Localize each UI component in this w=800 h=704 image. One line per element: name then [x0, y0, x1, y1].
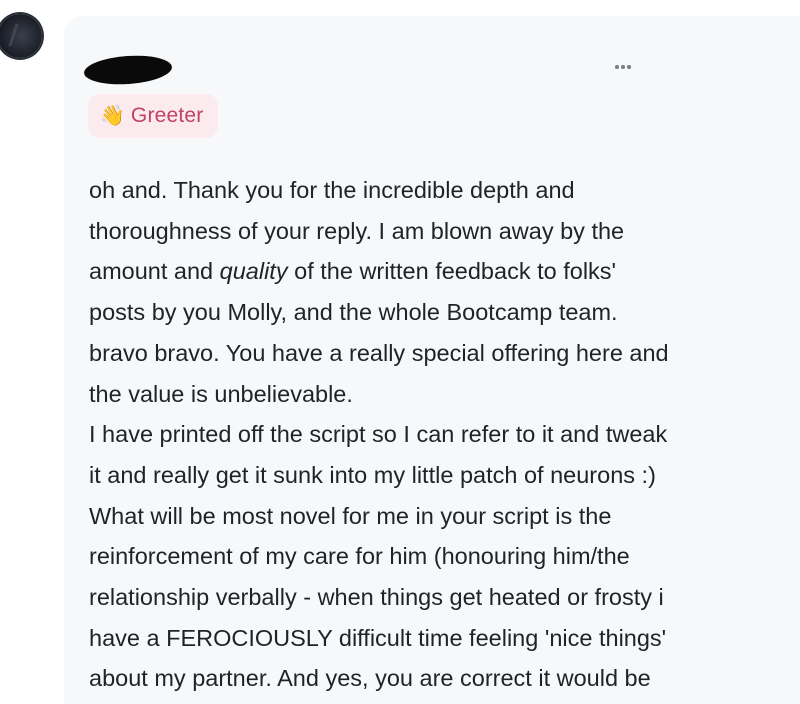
body-text: the value is unbelievable. [89, 380, 353, 407]
waving-hand-icon: 👋 [100, 105, 125, 127]
body-text: posts by you Molly, and the whole Bootca… [89, 299, 618, 326]
greeter-badge[interactable]: 👋 Greeter [88, 94, 218, 138]
post-body-line: oh and. Thank you for the incredible dep… [89, 170, 769, 211]
post-body-line: posts by you Molly, and the whole Bootca… [89, 292, 769, 333]
post-body-line: bravo bravo. You have a really special o… [89, 333, 769, 374]
post-body-line: reinforcement of my care for him (honour… [89, 536, 769, 577]
body-text: amount and [89, 258, 220, 285]
body-text: thoroughness of your reply. I am blown a… [89, 217, 625, 244]
body-text: of the written feedback to folks' [287, 258, 617, 285]
body-text: oh and. Thank you for the incredible dep… [89, 177, 575, 203]
post-body-line: have a FEROCIOUSLY difficult time feelin… [89, 618, 769, 659]
body-text: What will be most novel for me in your s… [89, 502, 612, 529]
post-body-line: I have printed off the script so I can r… [89, 414, 769, 455]
post-body-line: relationship verbally - when things get … [89, 577, 769, 618]
body-text: bravo bravo. You have a really special o… [89, 339, 669, 366]
body-text: it and really get it sunk into my little… [89, 461, 656, 488]
post-body-line: amount and quality of the written feedba… [89, 251, 769, 292]
post-body-line: What will be most novel for me in your s… [89, 496, 769, 537]
avatar-image [8, 24, 32, 46]
post-body-line: the value is unbelievable. [89, 374, 769, 415]
badge-label: Greeter [130, 104, 204, 127]
user-avatar[interactable] [0, 14, 42, 58]
body-text: relationship verbally - when things get … [89, 584, 664, 611]
body-text: have a FEROCIOUSLY difficult time feelin… [89, 624, 667, 651]
post-body-line: thoroughness of your reply. I am blown a… [89, 211, 769, 252]
more-options-button[interactable] [608, 56, 638, 78]
body-text: reinforcement of my care for him (honour… [89, 543, 630, 570]
ellipsis-horizontal-icon [615, 65, 631, 69]
body-text: I have printed off the script so I can r… [89, 421, 668, 448]
body-text: about my partner. And yes, you are corre… [89, 665, 651, 692]
post-body: oh and. Thank you for the incredible dep… [89, 170, 769, 699]
post-body-line: about my partner. And yes, you are corre… [89, 658, 769, 699]
emphasized-text: quality [219, 258, 288, 285]
post-body-line: it and really get it sunk into my little… [89, 455, 769, 496]
post-view: 👋 Greeter oh and. Thank you for the incr… [0, 0, 800, 704]
